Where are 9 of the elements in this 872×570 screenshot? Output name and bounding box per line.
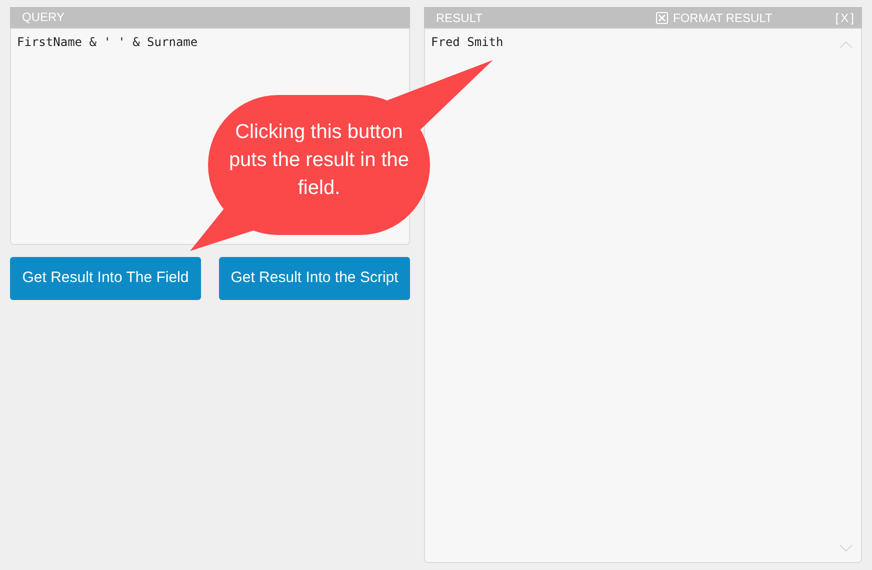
scroll-down-icon[interactable] (839, 544, 853, 552)
scroll-up-icon[interactable] (839, 41, 853, 49)
callout-tooltip-text: Clicking this button puts the result in the field. (228, 120, 410, 201)
result-text: Fred Smith (431, 34, 504, 51)
checkbox[interactable] (656, 12, 668, 24)
result-title: RESULT (436, 10, 484, 26)
get-result-button[interactable]: Get Result Into The Field (10, 257, 201, 300)
get-result-button[interactable]: Get Result Into the Script (219, 257, 410, 300)
query-header: QUERY (10, 7, 410, 28)
